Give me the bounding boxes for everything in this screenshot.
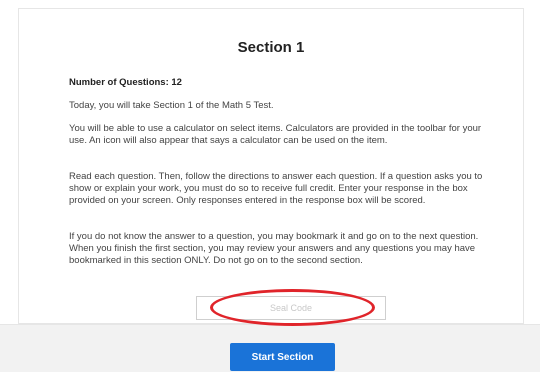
seal-code-input[interactable] xyxy=(196,296,386,320)
instruction-paragraph: Read each question. Then, follow the dir… xyxy=(69,171,483,206)
start-section-button[interactable]: Start Section xyxy=(230,343,335,371)
instruction-paragraph: You will be able to use a calculator on … xyxy=(69,123,482,146)
instruction-paragraph: Today, you will take Section 1 of the Ma… xyxy=(69,100,274,111)
section-instructions-card: Section 1 Number of Questions: 12 Today,… xyxy=(18,8,524,324)
question-count: Number of Questions: 12 xyxy=(69,77,182,88)
section-title: Section 1 xyxy=(237,39,305,56)
instruction-paragraph: If you do not know the answer to a quest… xyxy=(69,231,479,266)
